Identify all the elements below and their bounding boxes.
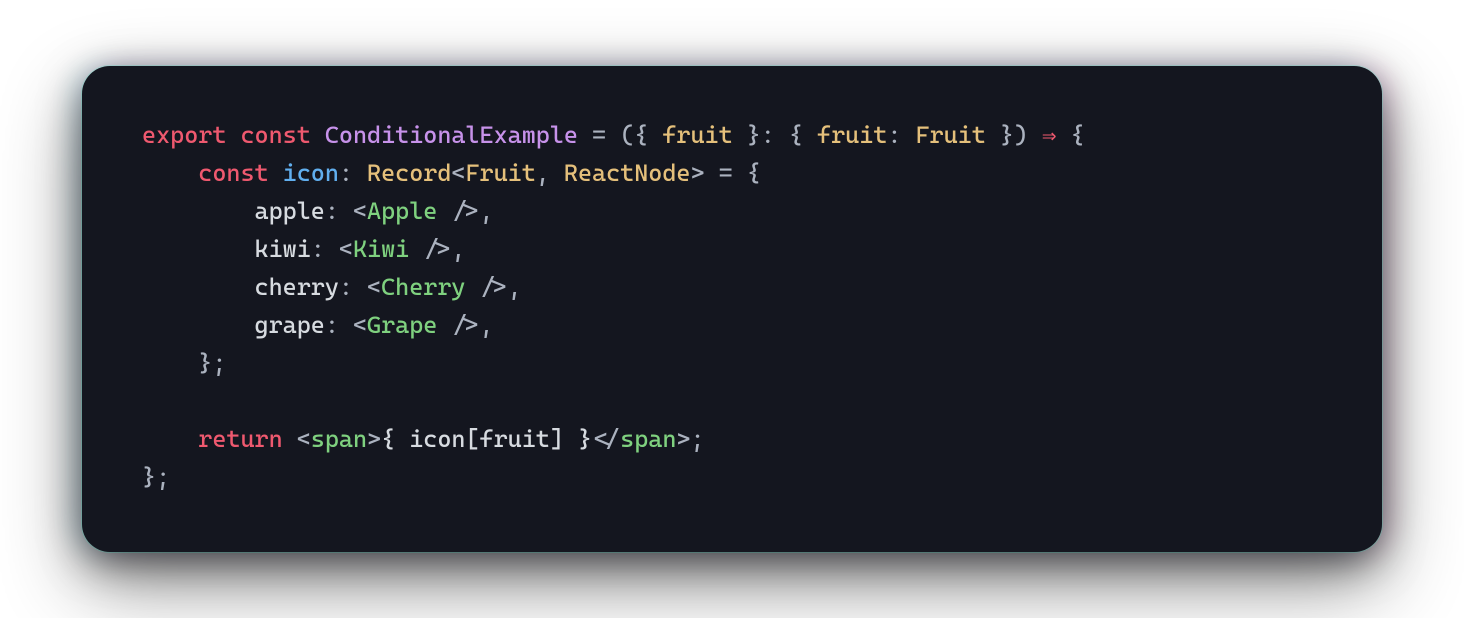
code-line-6: grape: <Grape />, [142,311,494,339]
fn-name: ConditionalExample [325,121,578,149]
key-cherry: cherry [255,273,339,301]
type-reactnode: ReactNode [564,159,691,187]
jsx-cherry: Cherry [381,273,465,301]
jsx-grape: Grape [367,311,437,339]
jsx-span-close: span [620,425,676,453]
jsx-span-open: span [311,425,367,453]
lbrace: { [634,121,648,149]
jsx-expr: { icon[fruit] } [381,425,592,453]
jsx-apple: Apple [367,197,437,225]
key-apple: apple [255,197,325,225]
type-fruit: Fruit [465,159,535,187]
code-card: export const ConditionalExample = ({ fru… [82,66,1382,552]
code-line-4: kiwi: <Kiwi />, [142,235,465,263]
eq: = [578,121,620,149]
code-line-10: }; [142,463,170,491]
code-line-5: cherry: <Cherry />, [142,273,522,301]
stage: export const ConditionalExample = ({ fru… [0,0,1464,618]
kw-const-2: const [198,159,268,187]
code-line-1: export const ConditionalExample = ({ fru… [142,121,1085,149]
prop-id: fruit [662,121,732,149]
key-kiwi: kiwi [255,235,311,263]
kw-return: return [198,425,282,453]
code-block[interactable]: export const ConditionalExample = ({ fru… [142,116,1322,496]
type-record: Record [367,159,451,187]
lparen: ( [620,121,634,149]
code-line-3: apple: <Apple />, [142,197,494,225]
jsx-kiwi: Kiwi [353,235,409,263]
prop-key: fruit [817,121,887,149]
kw-const: const [240,121,310,149]
key-grape: grape [255,311,325,339]
arrow-icon: ⇒ [1042,121,1056,149]
kw-export: export [142,121,226,149]
code-line-2: const icon: Record<Fruit, ReactNode> = { [142,159,761,187]
var-icon: icon [283,159,339,187]
prop-type: Fruit [915,121,985,149]
code-line-7: }; [142,349,226,377]
code-line-9: return <span>{ icon[fruit] }</span>; [142,425,705,453]
